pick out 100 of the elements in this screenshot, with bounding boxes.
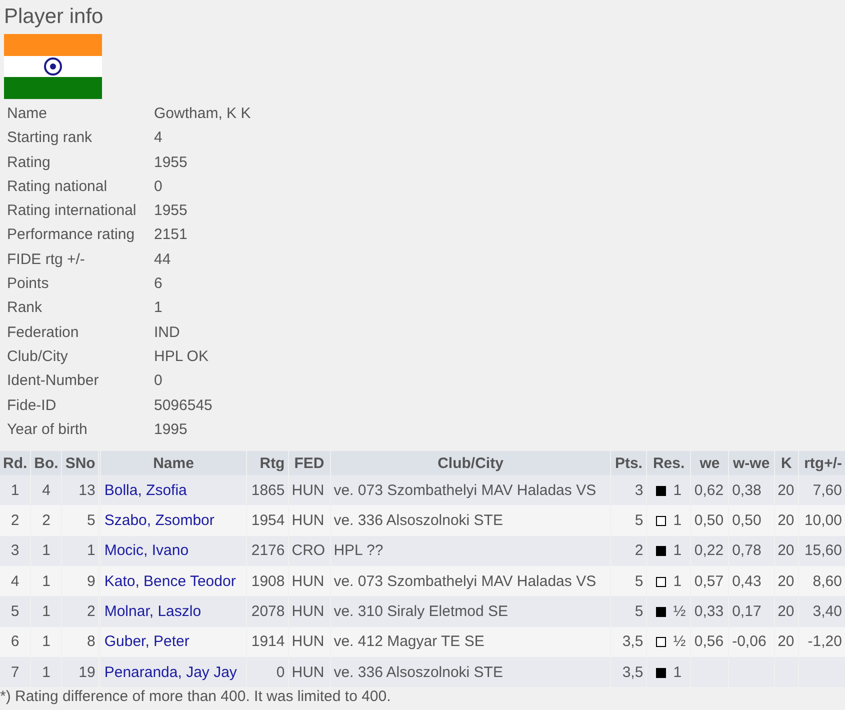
federation-cell-text: CRO [290, 541, 326, 562]
column-header: Bo. [31, 451, 62, 476]
k-factor-cell-text: 20 [776, 572, 796, 592]
player-link[interactable]: Guber, Peter [101, 626, 246, 657]
info-value: 1955 [154, 152, 188, 173]
k-factor-cell-text: 20 [776, 511, 796, 532]
score-difference-cell-text: 0,50 [731, 511, 762, 532]
column-header: SNo [62, 451, 98, 476]
club-cell-text: ve. 336 Alsoszolnoki STE [332, 662, 504, 683]
rating-change-cell-text: 8,60 [812, 572, 843, 592]
info-value: HPL OK [154, 346, 210, 367]
start-number-cell-text: 5 [86, 511, 96, 532]
round-cell-text: 2 [10, 511, 20, 532]
page-title: Player info [4, 4, 104, 30]
start-number-cell-text: 2 [86, 602, 96, 622]
rating-cell-text: 0 [275, 662, 286, 683]
info-value: 0 [154, 371, 164, 392]
score-difference-cell-text: 0,78 [731, 541, 762, 562]
federation-cell-text: HUN [290, 511, 326, 532]
score-difference-cell-text: 0,38 [731, 480, 762, 501]
score-difference-cell-text: 0,43 [731, 572, 762, 592]
score-difference-cell-text: -0,06 [731, 632, 768, 652]
points-cell-text: 3,5 [621, 632, 644, 652]
result-value: ½ [673, 633, 686, 650]
result-value: 1 [673, 512, 682, 530]
board-cell-text: 4 [41, 480, 52, 501]
federation-cell-text: HUN [290, 480, 326, 501]
column-header: K [774, 451, 798, 476]
column-header: w-we [729, 451, 774, 476]
points-cell-text: 3,5 [621, 662, 644, 683]
info-label: Year of birth [7, 420, 88, 440]
federation-cell-text: HUN [290, 572, 326, 592]
rating-change-cell-text: 3,40 [812, 602, 843, 622]
expected-score-cell-text: 0,50 [693, 511, 725, 532]
rating-cell-text: 1914 [250, 632, 286, 652]
info-value: 2151 [154, 225, 188, 246]
rating-cell-text: 2176 [250, 541, 286, 562]
info-value: Gowtham, K K [154, 104, 252, 124]
player-link[interactable]: Molnar, Laszlo [101, 596, 246, 627]
federation-cell-text: HUN [290, 662, 326, 683]
rating-change-cell-text: 15,60 [803, 541, 843, 562]
points-cell-text: 3 [634, 480, 644, 501]
info-label: Performance rating [7, 225, 136, 246]
board-cell-text: 1 [41, 632, 52, 652]
column-header: Rtg [246, 451, 288, 476]
column-header: Pts. [611, 451, 646, 476]
info-value: 4 [154, 128, 164, 148]
rating-cell-text: 2078 [250, 602, 286, 622]
column-header: Name [101, 451, 246, 476]
federation-cell-text: HUN [290, 602, 326, 622]
k-factor-cell-text: 20 [776, 602, 796, 622]
expected-score-cell-text: 0,57 [693, 572, 725, 592]
board-cell-text: 1 [41, 572, 52, 592]
start-number-cell-text: 1 [86, 541, 96, 562]
rating-cell-text: 1908 [250, 572, 286, 592]
result-value: 1 [673, 664, 682, 681]
player-link[interactable]: Szabo, Zsombor [101, 505, 246, 536]
column-header: Res. [647, 451, 690, 476]
round-cell-text: 6 [10, 632, 20, 652]
round-cell-text: 5 [10, 602, 20, 622]
round-cell-text: 7 [10, 662, 20, 683]
rating-change-cell-text: 10,00 [803, 511, 843, 532]
flag-icon [4, 34, 102, 99]
board-cell-text: 2 [41, 511, 52, 532]
player-link[interactable]: Bolla, Zsofia [101, 475, 246, 506]
info-value: 44 [154, 250, 172, 270]
info-value: 0 [154, 176, 164, 197]
federation-cell-text: HUN [290, 632, 326, 652]
player-link[interactable]: Kato, Bence Teodor [101, 566, 246, 596]
column-header: Club/City [330, 451, 610, 476]
k-factor-cell-text: 20 [776, 541, 796, 562]
rating-change-cell-text: -1,20 [806, 632, 843, 652]
player-link[interactable]: Penaranda, Jay Jay [101, 656, 246, 688]
start-number-cell-text: 9 [86, 572, 96, 592]
info-label: Rating [7, 152, 52, 173]
player-link[interactable]: Mocic, Ivano [101, 536, 246, 566]
start-number-cell-text: 19 [78, 662, 96, 683]
info-label: Rank [7, 298, 44, 318]
result-value: ½ [673, 602, 686, 620]
expected-score-cell-text: 0,22 [693, 541, 725, 562]
board-cell-text: 1 [41, 541, 52, 562]
info-value: 6 [154, 274, 164, 294]
expected-score-cell-text: 0,56 [693, 632, 725, 652]
round-cell-text: 3 [10, 541, 20, 562]
points-cell-text: 5 [634, 572, 644, 592]
club-cell-text: ve. 073 Szombathelyi MAV Haladas VS [332, 572, 598, 592]
expected-score-cell-text: 0,33 [693, 602, 725, 622]
points-cell-text: 5 [634, 511, 644, 532]
result-value: 1 [673, 482, 682, 499]
result-value: 1 [673, 542, 682, 560]
club-cell-text: ve. 073 Szombathelyi MAV Haladas VS [332, 480, 598, 501]
column-header: FED [288, 451, 330, 476]
info-value: 1955 [154, 201, 188, 222]
info-label: Name [7, 104, 48, 124]
info-label: Rating international [7, 201, 138, 222]
expected-score-cell-text: 0,62 [693, 480, 725, 501]
info-label: Ident-Number [7, 371, 100, 392]
info-label: Fide-ID [7, 396, 58, 416]
board-cell-text: 1 [41, 662, 52, 683]
info-label: Federation [7, 322, 80, 343]
